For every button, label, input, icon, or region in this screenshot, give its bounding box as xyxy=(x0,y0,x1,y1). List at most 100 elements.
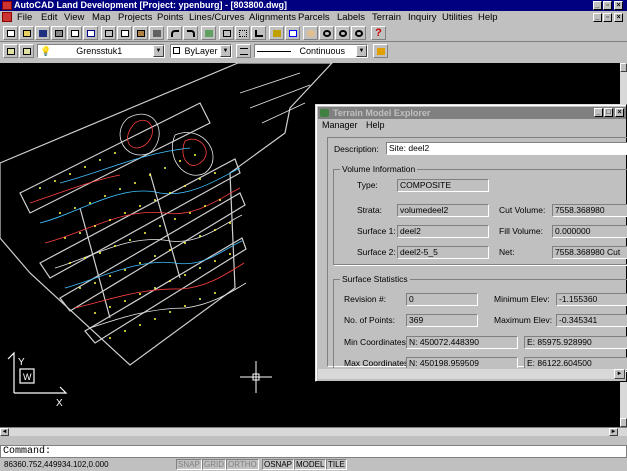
ucs-axis-icon xyxy=(7,351,68,394)
window-title: AutoCAD Land Development [Project: ypenb… xyxy=(14,0,288,10)
points-label: No. of Points: xyxy=(344,315,396,325)
snap-toggle[interactable]: SNAP xyxy=(176,459,202,470)
maximum-elev-field: -0.345341 xyxy=(556,314,627,327)
menu-help[interactable]: Help xyxy=(478,11,498,24)
status-bar: 86360.752,449934.102,0.000 SNAP GRID ORT… xyxy=(0,459,627,471)
print-icon[interactable] xyxy=(51,26,66,40)
survey-points xyxy=(39,152,231,339)
explorer-title-bar[interactable]: Terrain Model Explorer _ □ × xyxy=(318,107,626,119)
menu-manager[interactable]: Manager xyxy=(322,119,358,131)
command-line[interactable]: Command: xyxy=(0,445,627,458)
pen-icon[interactable] xyxy=(269,26,284,40)
scroll-down-arrow-icon[interactable] xyxy=(620,418,627,427)
pan-icon[interactable] xyxy=(303,26,318,40)
maximum-elev-label: Maximum Elev: xyxy=(494,315,553,325)
zoom-window-icon[interactable] xyxy=(335,26,350,40)
ucs-icon[interactable] xyxy=(251,26,266,40)
preview-icon[interactable] xyxy=(67,26,82,40)
menu-view[interactable]: View xyxy=(64,11,84,24)
ortho-toggle[interactable]: ORTHO xyxy=(226,459,259,470)
spell-icon[interactable] xyxy=(83,26,98,40)
launch-icon[interactable] xyxy=(201,26,216,40)
open-icon[interactable] xyxy=(19,26,34,40)
tracking-icon[interactable] xyxy=(235,26,250,40)
ucs-y-label: Y xyxy=(18,357,25,368)
menu-alignments[interactable]: Alignments xyxy=(249,11,296,24)
horizontal-scrollbar[interactable]: ◄ ► xyxy=(0,427,627,436)
explorer-title: Terrain Model Explorer xyxy=(333,108,431,118)
copy-icon[interactable] xyxy=(117,26,132,40)
match-properties-icon[interactable] xyxy=(149,26,164,40)
menu-points[interactable]: Points xyxy=(157,11,183,24)
make-object-layer-current-icon[interactable] xyxy=(19,44,34,58)
menu-edit[interactable]: Edit xyxy=(41,11,57,24)
cut-icon[interactable] xyxy=(101,26,116,40)
menu-map[interactable]: Map xyxy=(92,11,110,24)
inquiry-icon[interactable] xyxy=(285,26,300,40)
chevron-down-icon[interactable]: ▼ xyxy=(220,45,231,57)
volume-information-group: Volume Information Type: COMPOSITE Strat… xyxy=(333,163,627,265)
restore-button[interactable]: ▫ xyxy=(603,1,612,10)
menu-explorer-help[interactable]: Help xyxy=(366,119,385,131)
help-icon[interactable]: ? xyxy=(371,26,386,40)
object-snap-icon[interactable] xyxy=(219,26,234,40)
menu-labels[interactable]: Labels xyxy=(337,11,365,24)
revision-field: 0 xyxy=(406,293,478,306)
redo-icon[interactable] xyxy=(183,26,198,40)
menu-parcels[interactable]: Parcels xyxy=(298,11,330,24)
explorer-close-button[interactable]: × xyxy=(615,108,624,117)
explorer-maximize-button[interactable]: □ xyxy=(604,108,613,117)
tile-toggle[interactable]: TILE xyxy=(326,459,347,470)
close-button[interactable]: × xyxy=(614,1,623,10)
explorer-minimize-button[interactable]: _ xyxy=(594,108,603,117)
save-icon[interactable] xyxy=(35,26,50,40)
menu-utilities[interactable]: Utilities xyxy=(442,11,473,24)
linetype-icon[interactable] xyxy=(236,44,251,58)
surface-statistics-group: Surface Statistics Revision #: 0 Minimum… xyxy=(333,273,627,371)
chevron-down-icon[interactable]: ▼ xyxy=(153,45,164,57)
menu-terrain[interactable]: Terrain xyxy=(372,11,401,24)
layers-icon[interactable] xyxy=(3,44,18,58)
explorer-horizontal-scrollbar[interactable]: ► xyxy=(318,368,626,379)
menu-projects[interactable]: Projects xyxy=(118,11,152,24)
new-icon[interactable] xyxy=(3,26,18,40)
surface2-field: deel2-5_5 xyxy=(397,246,489,259)
strata-label: Strata: xyxy=(357,205,383,215)
doc-close-button[interactable]: × xyxy=(614,13,623,22)
points-field: 369 xyxy=(406,314,478,327)
menu-bar: File Edit View Map Projects Points Lines… xyxy=(0,11,627,24)
doc-restore-button[interactable]: ▫ xyxy=(603,13,612,22)
menu-inquiry[interactable]: Inquiry xyxy=(408,11,437,24)
scroll-right-arrow-icon[interactable]: ► xyxy=(614,369,625,379)
grid-toggle[interactable]: GRID xyxy=(202,459,226,470)
osnap-toggle[interactable]: OSNAP xyxy=(262,459,295,470)
zoom-previous-icon[interactable] xyxy=(351,26,366,40)
linetype-dropdown[interactable]: Continuous ▼ xyxy=(254,44,368,58)
minimize-button[interactable]: _ xyxy=(593,1,602,10)
paste-icon[interactable] xyxy=(133,26,148,40)
properties-icon[interactable] xyxy=(373,44,388,58)
description-field[interactable]: Site: deel2 xyxy=(386,142,627,155)
linetype-name: Continuous xyxy=(299,46,346,56)
menu-file[interactable]: File xyxy=(17,11,32,24)
title-bar[interactable]: AutoCAD Land Development [Project: ypenb… xyxy=(0,0,627,11)
minimum-elev-field: -1.155360 xyxy=(556,293,627,306)
scroll-left-arrow-icon[interactable]: ◄ xyxy=(0,428,9,436)
layer-dropdown[interactable]: 💡 Grensstuk1 ▼ xyxy=(37,44,165,58)
app-icon[interactable] xyxy=(2,1,12,10)
scroll-up-arrow-icon[interactable] xyxy=(620,63,627,72)
crosshair-cursor xyxy=(240,361,272,393)
doc-icon[interactable] xyxy=(2,12,12,22)
color-dropdown[interactable]: ByLayer ▼ xyxy=(170,44,232,58)
min-coord-north-field: N: 450072.448390 xyxy=(406,336,518,349)
linetype-sample xyxy=(257,51,291,53)
revision-label: Revision #: xyxy=(344,294,387,304)
undo-icon[interactable] xyxy=(167,26,182,40)
zoom-realtime-icon[interactable] xyxy=(319,26,334,40)
ucs-w-label: W xyxy=(23,372,32,382)
doc-minimize-button[interactable]: _ xyxy=(593,13,602,22)
scroll-right-arrow-icon[interactable]: ► xyxy=(609,428,618,436)
menu-lines-curves[interactable]: Lines/Curves xyxy=(189,11,244,24)
chevron-down-icon[interactable]: ▼ xyxy=(356,45,367,57)
model-toggle[interactable]: MODEL xyxy=(294,459,327,470)
